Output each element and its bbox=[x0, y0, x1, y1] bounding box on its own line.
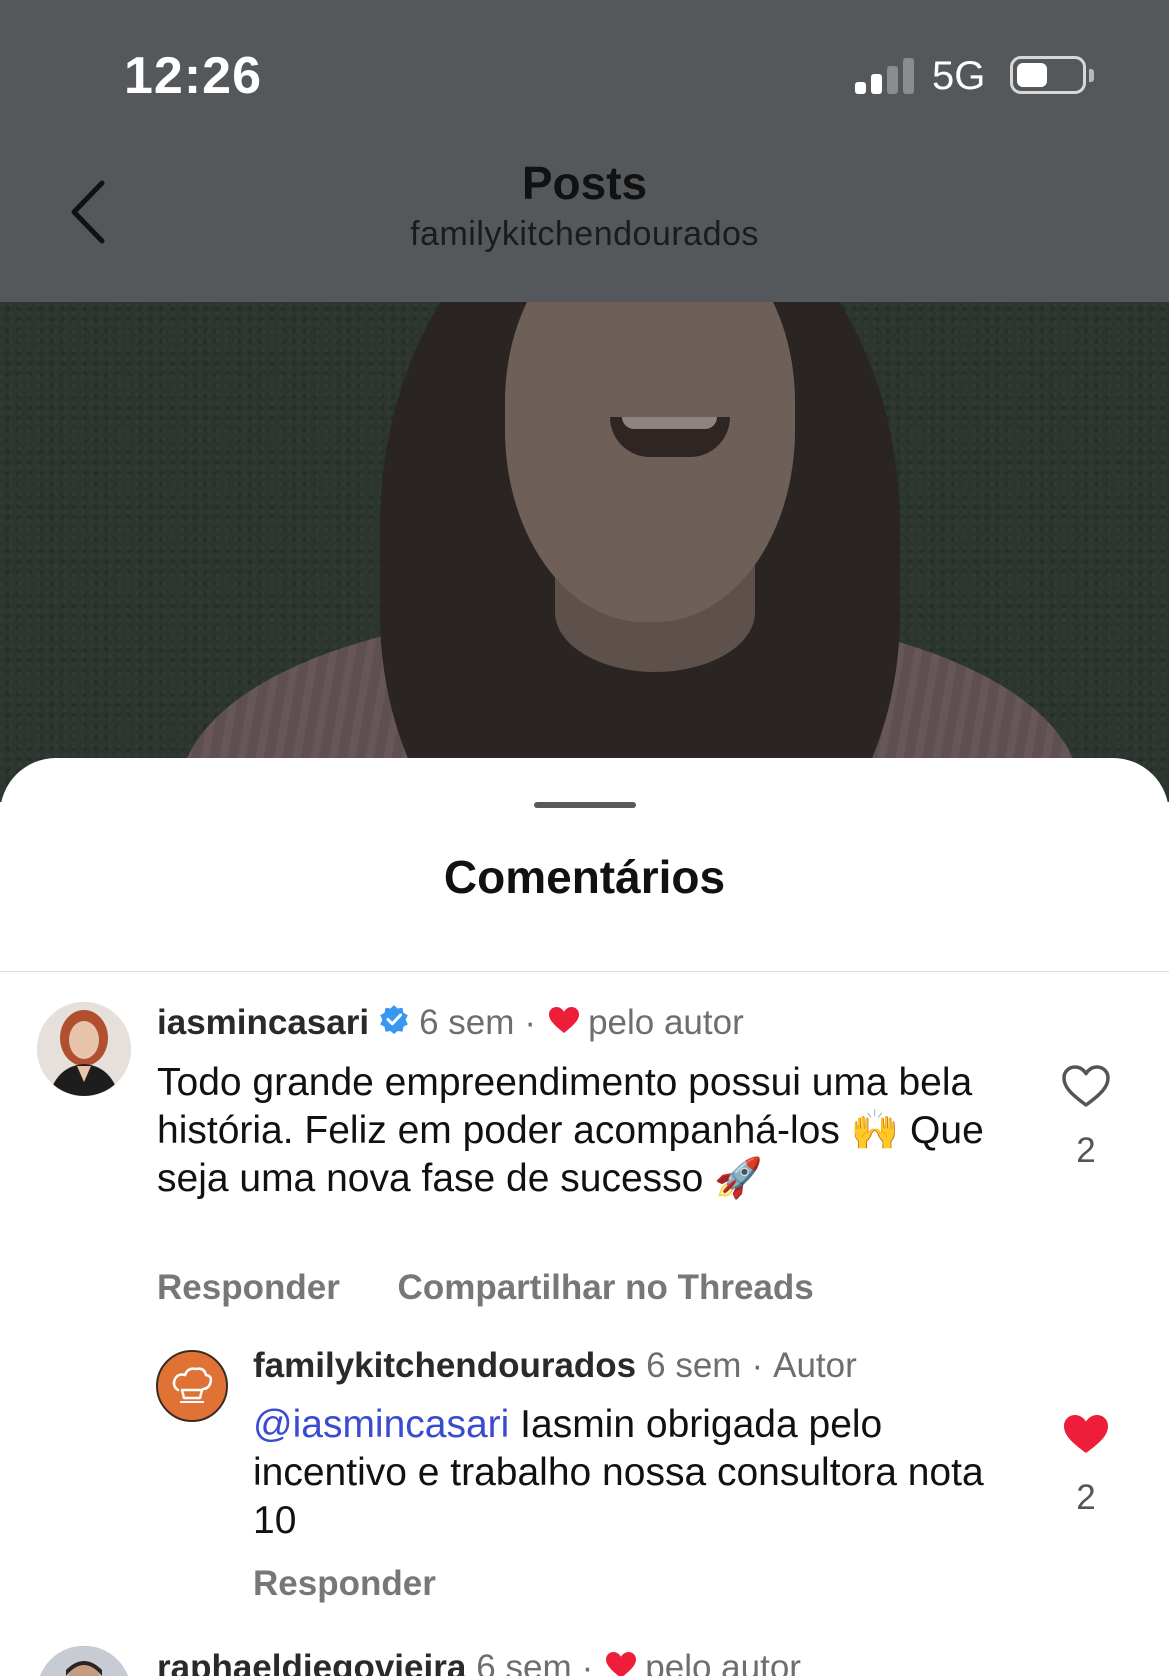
nav-bar: Posts familykitchendourados bbox=[0, 150, 1169, 302]
status-bar: 12:26 5G bbox=[0, 0, 1169, 150]
page-subtitle: familykitchendourados bbox=[410, 215, 759, 253]
avatar[interactable] bbox=[37, 1646, 131, 1676]
heart-icon bbox=[605, 1648, 637, 1676]
signal-strength-icon bbox=[855, 58, 915, 94]
network-type: 5G bbox=[932, 54, 986, 98]
liked-by-author-label: pelo autor bbox=[645, 1648, 801, 1676]
comments-sheet: Comentários iasmincasari 6 sem · pelo au… bbox=[0, 758, 1169, 1676]
comment-username[interactable]: raphaeldiegovieira bbox=[157, 1648, 466, 1676]
status-time: 12:26 bbox=[124, 47, 262, 105]
user-photo-icon bbox=[37, 1646, 131, 1676]
page-title: Posts bbox=[521, 157, 648, 209]
post-video[interactable] bbox=[0, 302, 1169, 802]
comment: raphaeldiegovieira 6 sem · pelo autor bbox=[0, 758, 1169, 1676]
comment-header: raphaeldiegovieira 6 sem · pelo autor bbox=[157, 1648, 801, 1676]
comment-time: 6 sem bbox=[476, 1648, 572, 1676]
battery-icon bbox=[1010, 56, 1094, 94]
separator: · bbox=[581, 1648, 594, 1676]
